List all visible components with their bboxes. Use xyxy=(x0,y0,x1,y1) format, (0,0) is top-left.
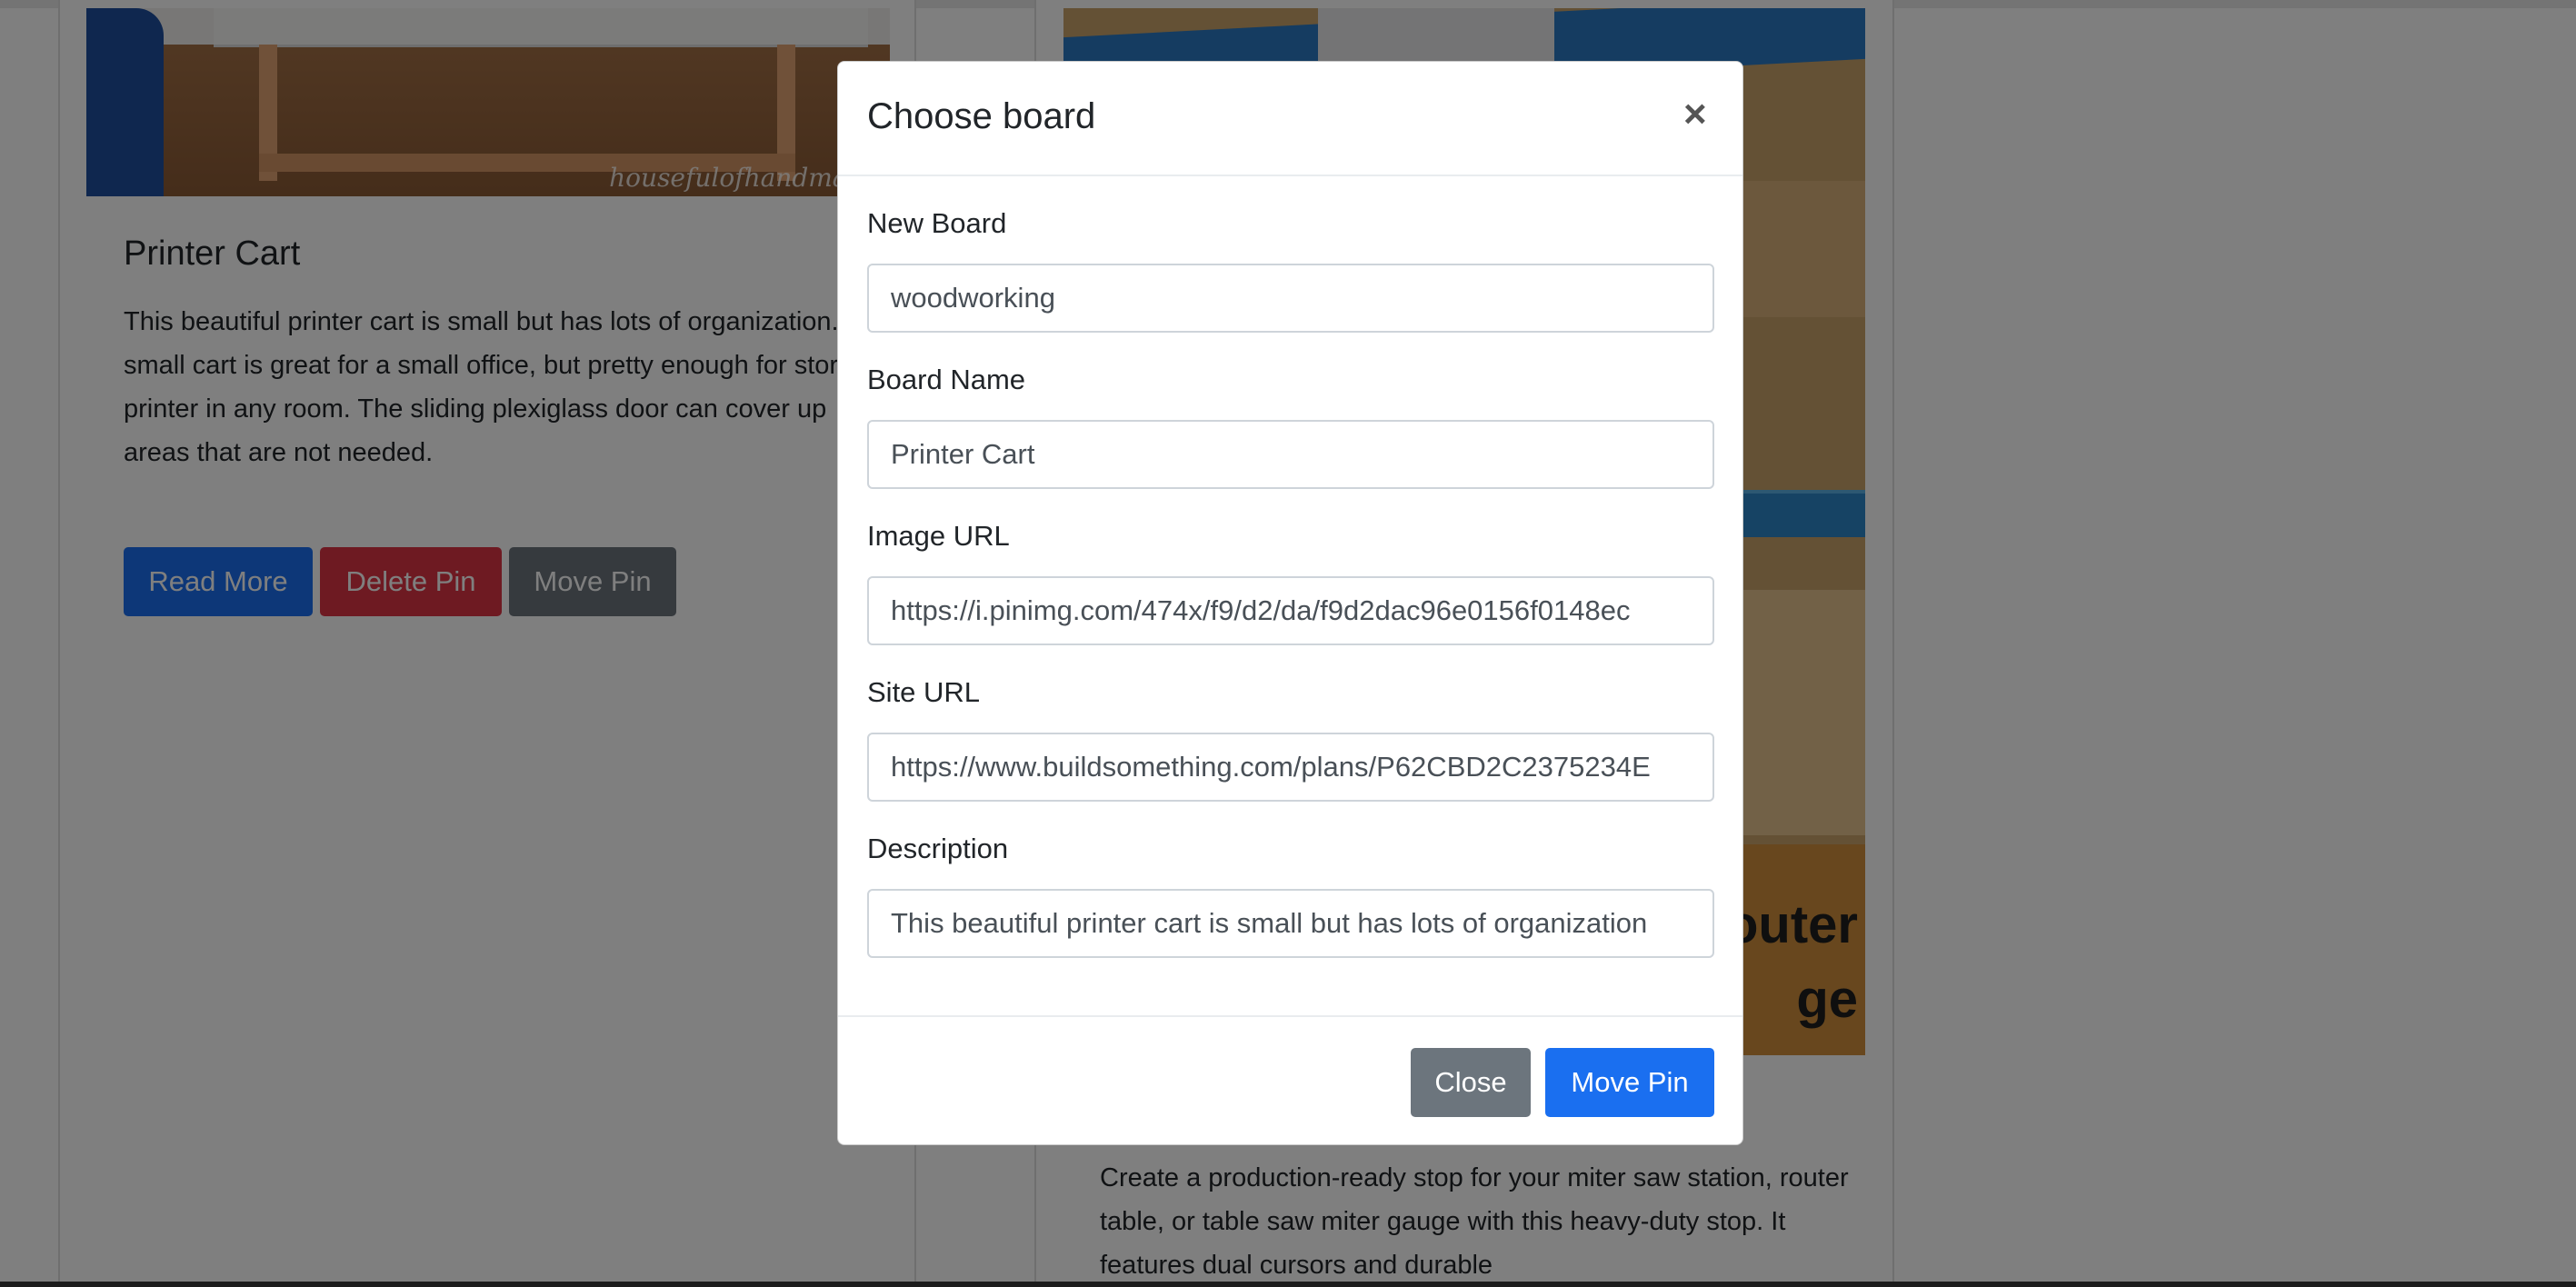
new-board-label: New Board xyxy=(867,207,1007,239)
choose-board-modal: Choose board × New Board woodworking Boa… xyxy=(837,61,1743,1145)
close-icon[interactable]: × xyxy=(1683,95,1707,135)
image-url-label: Image URL xyxy=(867,520,1010,552)
close-button[interactable]: Close xyxy=(1411,1048,1531,1117)
site-url-label: Site URL xyxy=(867,676,981,708)
move-pin-submit-button[interactable]: Move Pin xyxy=(1545,1048,1714,1117)
new-board-input[interactable]: woodworking xyxy=(867,264,1714,333)
board-name-label: Board Name xyxy=(867,364,1026,395)
modal-header: Choose board × xyxy=(838,62,1742,176)
site-url-input[interactable]: https://www.buildsomething.com/plans/P62… xyxy=(867,733,1714,802)
image-url-input[interactable]: https://i.pinimg.com/474x/f9/d2/da/f9d2d… xyxy=(867,576,1714,645)
description-label: Description xyxy=(867,833,1009,864)
board-name-input[interactable]: Printer Cart xyxy=(867,420,1714,489)
bottom-strip xyxy=(0,1282,2576,1287)
description-input[interactable]: This beautiful printer cart is small but… xyxy=(867,889,1714,958)
modal-title: Choose board xyxy=(867,96,1096,136)
